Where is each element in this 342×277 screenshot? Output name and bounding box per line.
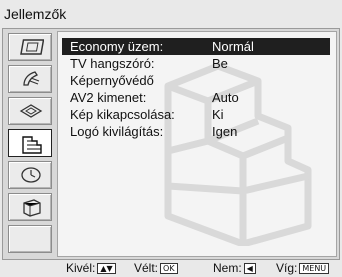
- up-down-key-icon: ▲▼: [97, 263, 116, 275]
- guide-select-label: Kivél:: [66, 261, 96, 275]
- ok-key-icon: OK: [160, 263, 178, 275]
- menu-item-label: TV hangszóró:: [70, 56, 155, 71]
- guide-select: Kivél: ▲▼: [66, 260, 116, 277]
- guide-back-label: Nem:: [213, 261, 242, 275]
- tv-menu-screen: Jellemzők Economy üzem: Normál TV hangsz…: [0, 0, 342, 277]
- sidebar-item-sound[interactable]: [8, 65, 52, 93]
- left-key-icon: ◀: [243, 263, 256, 275]
- sidebar: [5, 31, 55, 257]
- guide-back: Nem: ◀: [213, 260, 256, 277]
- menu-item-label: Kép kikapcsolása:: [70, 107, 175, 122]
- menu-item-economy-mode[interactable]: Economy üzem: Normál: [62, 38, 330, 55]
- menu-item-label: AV2 kimenet:: [70, 90, 147, 105]
- menu-item-label: Economy üzem:: [70, 39, 164, 54]
- guide-confirm-label: Vélt:: [134, 261, 159, 275]
- menu-item-value: Be: [212, 56, 228, 71]
- menu-panel: Economy üzem: Normál TV hangszóró: Be Ké…: [57, 31, 337, 257]
- sound-icon: [23, 71, 40, 86]
- button-guide: Kivél: ▲▼ Vélt: OK Nem: ◀ Víg: MENU: [0, 260, 342, 277]
- sidebar-item-setup[interactable]: [8, 161, 52, 189]
- setup-icon: [21, 167, 41, 183]
- picture-icon: [20, 39, 44, 55]
- menu-item-value: Igen: [212, 124, 238, 139]
- menu-item-value: Auto: [212, 90, 239, 105]
- page-title: Jellemzők: [4, 6, 67, 22]
- menu-item-screensaver[interactable]: Képernyővédő: [62, 72, 330, 89]
- sidebar-item-picture[interactable]: [8, 33, 52, 61]
- menu-item-label: Képernyővédő: [70, 73, 154, 88]
- guide-confirm: Vélt: OK: [134, 260, 178, 277]
- menu-item-value: Ki: [212, 107, 224, 122]
- sidebar-item-pc-settings[interactable]: [8, 193, 52, 221]
- menu-item-tv-speaker[interactable]: TV hangszóró: Be: [62, 55, 330, 72]
- pc-settings-icon: [23, 199, 41, 217]
- menu-key-icon: MENU: [299, 263, 330, 275]
- menu-item-picture-off[interactable]: Kép kikapcsolása: Ki: [62, 106, 330, 123]
- screen-icon: [19, 104, 43, 118]
- menu-item-value: Normál: [212, 39, 254, 54]
- sidebar-item-empty[interactable]: [8, 225, 52, 253]
- sidebar-item-features[interactable]: [8, 129, 52, 157]
- menu-item-av2-output[interactable]: AV2 kimenet: Auto: [62, 89, 330, 106]
- menu-frame: Economy üzem: Normál TV hangszóró: Be Ké…: [2, 28, 340, 260]
- sidebar-item-screen[interactable]: [8, 97, 52, 125]
- menu-item-label: Logó kivilágítás:: [70, 124, 164, 139]
- guide-exit: Víg: MENU: [276, 260, 330, 277]
- guide-exit-label: Víg:: [276, 261, 298, 275]
- menu-item-logo-illumination[interactable]: Logó kivilágítás: Igen: [62, 123, 330, 140]
- features-icon: [22, 136, 42, 154]
